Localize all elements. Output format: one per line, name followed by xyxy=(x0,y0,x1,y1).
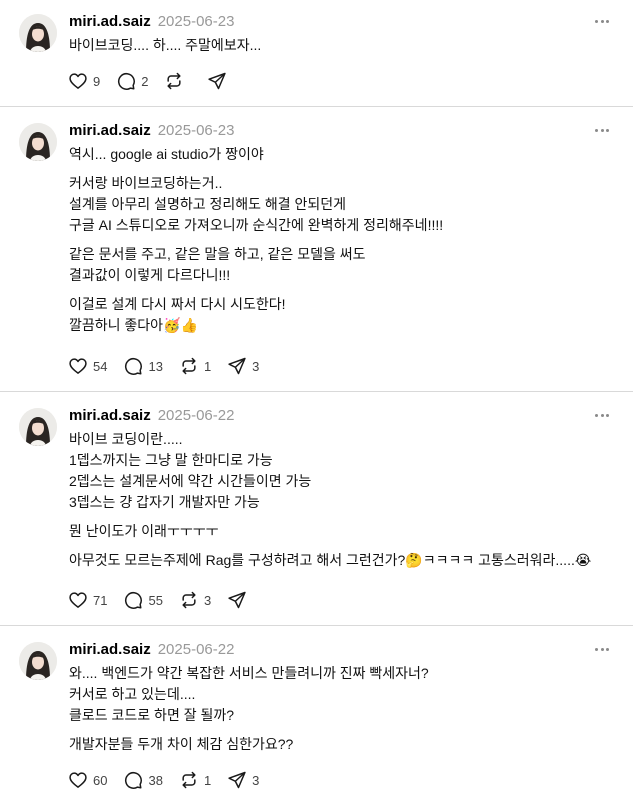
post-date[interactable]: 2025-06-22 xyxy=(158,407,235,424)
avatar[interactable] xyxy=(19,642,57,680)
send-icon xyxy=(228,591,246,609)
reply-icon xyxy=(125,591,143,609)
post-body: 와.... 백엔드가 약간 복잡한 서비스 만들려니까 진짜 빡세자너? 커서로… xyxy=(69,663,613,755)
post-header: miri.ad.saiz 2025-06-23 xyxy=(69,13,234,30)
post-text: 같은 문서를 주고, 같은 말을 하고, 같은 모델을 써도 결과값이 이렇게 … xyxy=(69,246,366,283)
username[interactable]: miri.ad.saiz xyxy=(69,122,151,139)
post-body: 바이브 코딩이란..... 1뎁스까지는 그냥 말 한마디로 가능 2뎁스는 설… xyxy=(69,429,613,571)
reply-count: 13 xyxy=(148,358,163,374)
share-button[interactable]: 3 xyxy=(227,356,259,376)
post-text: 이걸로 설계 다시 짜서 다시 시도한다! 깔끔하니 좋다아🥳👍 xyxy=(69,296,286,333)
post-header: miri.ad.saiz 2025-06-22 xyxy=(69,641,234,658)
like-button[interactable]: 9 xyxy=(68,71,100,91)
reply-icon xyxy=(125,771,143,789)
reply-icon xyxy=(118,72,136,90)
post-date[interactable]: 2025-06-23 xyxy=(158,122,235,139)
share-button[interactable]: 3 xyxy=(227,770,259,790)
more-icon[interactable] xyxy=(595,414,609,418)
like-button[interactable]: 71 xyxy=(68,590,107,610)
avatar-image xyxy=(19,123,57,161)
reply-button[interactable]: 13 xyxy=(123,356,163,376)
heart-icon xyxy=(69,73,87,89)
share-button[interactable] xyxy=(227,590,247,610)
heart-icon xyxy=(69,772,87,788)
share-count: 3 xyxy=(252,358,260,374)
username[interactable]: miri.ad.saiz xyxy=(69,641,151,658)
heart-icon xyxy=(69,358,87,374)
reply-button[interactable]: 2 xyxy=(116,71,148,91)
post-text: 개발자분들 두개 차이 체감 심한가요?? xyxy=(69,736,294,752)
reply-count: 55 xyxy=(148,592,163,608)
post-text: 뭔 난이도가 이래ㅜㅜㅜㅜ xyxy=(69,523,219,539)
more-icon[interactable] xyxy=(595,648,609,652)
send-icon xyxy=(208,72,227,90)
repost-button[interactable]: 3 xyxy=(179,590,211,610)
post-text: 아무것도 모르는주제에 Rag를 구성하려고 해서 그런건가?🤔ㅋㅋㅋㅋ 고통스… xyxy=(69,552,592,568)
repost-count: 1 xyxy=(203,772,212,788)
post-text: 커서랑 바이브코딩하는거.. 설계를 아무리 설명하고 정리해도 해결 안되던게… xyxy=(69,175,444,233)
more-icon[interactable] xyxy=(595,129,609,133)
repost-count: 3 xyxy=(203,592,212,608)
like-count: 71 xyxy=(93,592,108,608)
action-bar: 60 38 1 3 xyxy=(68,770,275,790)
reply-count: 2 xyxy=(141,73,149,89)
post: miri.ad.saiz 2025-06-23 바이브코딩.... 하.... … xyxy=(0,0,633,107)
repost-icon xyxy=(182,771,196,789)
repost-count: 1 xyxy=(203,358,212,374)
post-date[interactable]: 2025-06-23 xyxy=(158,13,235,30)
avatar[interactable] xyxy=(19,408,57,446)
username[interactable]: miri.ad.saiz xyxy=(69,407,151,424)
post-date[interactable]: 2025-06-22 xyxy=(158,641,235,658)
action-bar: 9 2 xyxy=(68,71,243,91)
repost-icon xyxy=(182,591,196,609)
post-header: miri.ad.saiz 2025-06-23 xyxy=(69,122,234,139)
reply-button[interactable]: 55 xyxy=(123,590,163,610)
post-text: 바이브 코딩이란..... 1뎁스까지는 그냥 말 한마디로 가능 2뎁스는 설… xyxy=(69,431,312,510)
like-button[interactable]: 60 xyxy=(68,770,107,790)
post-header: miri.ad.saiz 2025-06-22 xyxy=(69,407,234,424)
more-icon[interactable] xyxy=(595,20,609,24)
share-button[interactable] xyxy=(207,71,227,91)
send-icon xyxy=(228,357,246,375)
post-text: 와.... 백엔드가 약간 복잡한 서비스 만들려니까 진짜 빡세자너? 커서로… xyxy=(69,665,429,723)
like-count: 60 xyxy=(93,772,108,788)
repost-icon xyxy=(167,72,182,90)
send-icon xyxy=(228,771,246,789)
username[interactable]: miri.ad.saiz xyxy=(69,13,151,30)
reply-count: 38 xyxy=(148,772,163,788)
repost-icon xyxy=(182,357,196,375)
post: miri.ad.saiz 2025-06-22 와.... 백엔드가 약간 복잡… xyxy=(0,626,633,804)
reply-icon xyxy=(125,357,143,375)
avatar[interactable] xyxy=(19,14,57,52)
action-bar: 54 13 1 3 xyxy=(68,356,275,376)
like-count: 9 xyxy=(93,73,101,89)
avatar[interactable] xyxy=(19,123,57,161)
like-button[interactable]: 54 xyxy=(68,356,107,376)
avatar-image xyxy=(19,408,57,446)
action-bar: 71 55 3 xyxy=(68,590,263,610)
post-body: 바이브코딩.... 하.... 주말에보자... xyxy=(69,35,613,56)
post-text: 역시... google ai studio가 짱이야 xyxy=(69,146,264,162)
heart-icon xyxy=(69,592,87,608)
like-count: 54 xyxy=(93,358,108,374)
reply-button[interactable]: 38 xyxy=(123,770,163,790)
avatar-image xyxy=(19,14,57,52)
share-count: 3 xyxy=(252,772,260,788)
repost-button[interactable] xyxy=(164,71,184,91)
avatar-image xyxy=(19,642,57,680)
repost-button[interactable]: 1 xyxy=(179,356,211,376)
repost-button[interactable]: 1 xyxy=(179,770,211,790)
post-text: 바이브코딩.... 하.... 주말에보자... xyxy=(69,37,262,53)
post-body: 역시... google ai studio가 짱이야 커서랑 바이브코딩하는거… xyxy=(69,144,613,336)
post: miri.ad.saiz 2025-06-22 바이브 코딩이란..... 1뎁… xyxy=(0,392,633,626)
post: miri.ad.saiz 2025-06-23 역시... google ai … xyxy=(0,107,633,392)
